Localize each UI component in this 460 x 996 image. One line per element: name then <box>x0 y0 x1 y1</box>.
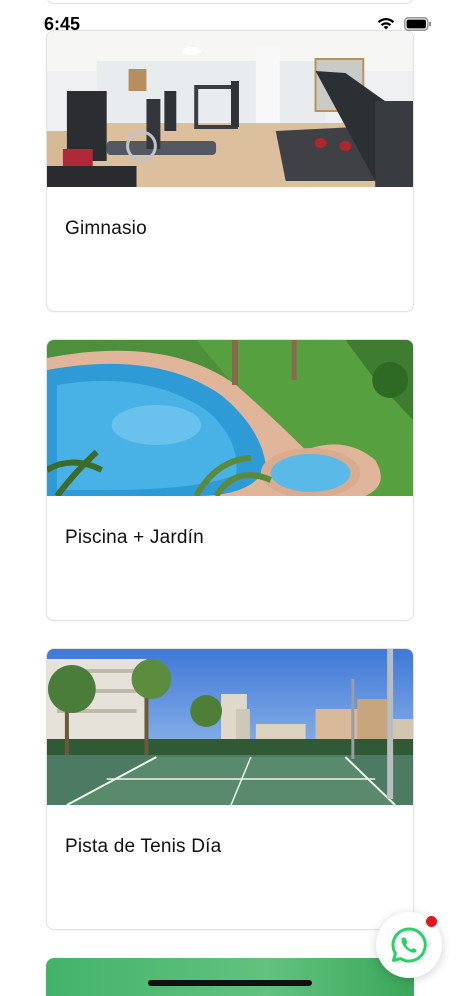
battery-icon <box>404 16 431 31</box>
tennis-court-photo <box>47 649 413 805</box>
amenity-card-gym[interactable]: Gimnasio <box>46 30 414 312</box>
whatsapp-icon <box>391 927 427 963</box>
card-title: Piscina + Jardín <box>65 527 204 548</box>
wifi-icon <box>377 18 395 30</box>
amenity-card-tennis[interactable]: Pista de Tenis Día <box>46 648 414 930</box>
card-title: Pista de Tenis Día <box>65 836 222 857</box>
pool-garden-photo <box>47 340 413 496</box>
status-bar: 6:45 <box>0 0 460 46</box>
status-time: 6:45 <box>44 14 81 34</box>
home-indicator <box>148 980 312 986</box>
card-title: Gimnasio <box>65 218 147 239</box>
gym-photo <box>47 31 413 187</box>
notification-badge <box>426 916 437 927</box>
status-icons <box>376 16 432 31</box>
amenity-card-next[interactable] <box>46 958 414 996</box>
amenity-card-pool[interactable]: Piscina + Jardín <box>46 339 414 621</box>
